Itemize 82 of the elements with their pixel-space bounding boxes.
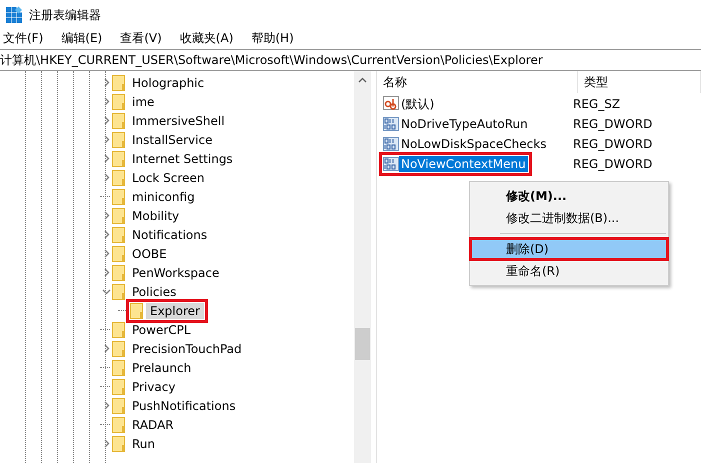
window-title: 注册表编辑器 — [29, 6, 101, 24]
context-menu-item[interactable]: 重命名(R) — [472, 260, 666, 282]
folder-icon — [112, 340, 126, 356]
chevron-right-icon[interactable] — [102, 401, 110, 410]
chevron-right-icon[interactable] — [102, 116, 110, 125]
registry-editor-icon — [5, 6, 23, 24]
value-type: REG_DWORD — [572, 157, 652, 171]
address-bar[interactable]: 计算机\HKEY_CURRENT_USER\Software\Microsoft\Windows\CurrentVersion\Policies\Explorer — [0, 49, 701, 71]
folder-icon — [112, 264, 126, 280]
binary-value-icon — [382, 116, 399, 132]
folder-icon — [112, 94, 126, 110]
scrollbar[interactable] — [354, 71, 372, 463]
binary-value-icon — [382, 136, 399, 152]
folder-icon — [112, 132, 126, 148]
column-header[interactable]: 名称 — [376, 71, 578, 93]
tree-item[interactable]: Explorer — [146, 302, 204, 318]
chevron-right-icon[interactable] — [102, 154, 110, 163]
value-name[interactable]: (默认) — [398, 94, 436, 114]
chevron-down-icon[interactable] — [102, 287, 110, 296]
menu-item[interactable]: 编辑(E) — [61, 30, 102, 47]
tree-item[interactable]: ime — [128, 94, 158, 110]
folder-icon — [112, 150, 126, 166]
scroll-up-icon[interactable] — [358, 76, 368, 85]
chevron-right-icon[interactable] — [102, 230, 110, 239]
menu-item[interactable]: 收藏夹(A) — [180, 30, 234, 47]
tree-item[interactable]: PowerCPL — [128, 322, 195, 338]
value-type: REG_DWORD — [572, 137, 652, 151]
folder-icon — [112, 170, 126, 186]
chevron-right-icon[interactable] — [102, 173, 110, 182]
scrollbar-thumb[interactable] — [355, 328, 370, 360]
tree-item[interactable]: Internet Settings — [128, 150, 237, 166]
tree-item[interactable]: RADAR — [128, 416, 178, 432]
chevron-right-icon[interactable] — [102, 97, 110, 106]
folder-icon — [112, 226, 126, 242]
menu-item[interactable]: 帮助(H) — [251, 30, 294, 47]
value-name[interactable]: NoLowDiskSpaceChecks — [398, 136, 548, 152]
tree-item[interactable]: Run — [128, 436, 160, 452]
tree-item[interactable]: Prelaunch — [128, 360, 196, 376]
folder-icon — [112, 284, 126, 300]
folder-icon — [112, 378, 126, 394]
tree-item[interactable]: PushNotifications — [128, 398, 240, 414]
folder-icon — [130, 302, 144, 318]
folder-icon — [112, 416, 126, 432]
folder-icon — [112, 208, 126, 224]
tree-item[interactable]: Holographic — [128, 74, 208, 90]
tree-item[interactable]: Lock Screen — [128, 170, 208, 186]
folder-icon — [112, 360, 126, 376]
chevron-right-icon[interactable] — [102, 135, 110, 144]
column-header[interactable]: 类型 — [578, 71, 701, 93]
tree-item[interactable]: Policies — [128, 284, 180, 300]
folder-icon — [112, 246, 126, 262]
tree-item[interactable]: InstallService — [128, 132, 216, 148]
chevron-right-icon[interactable] — [102, 268, 110, 277]
tree-item[interactable]: Notifications — [128, 226, 212, 242]
folder-icon — [112, 112, 126, 128]
binary-value-icon — [382, 156, 399, 172]
tree-item[interactable]: Privacy — [128, 378, 180, 394]
chevron-right-icon[interactable] — [102, 249, 110, 258]
tree-item[interactable]: PenWorkspace — [128, 264, 224, 280]
context-menu-item[interactable]: 修改(M)... — [472, 185, 666, 207]
value-name[interactable]: NoViewContextMenu — [398, 156, 528, 172]
chevron-right-icon[interactable] — [102, 344, 110, 353]
tree-item[interactable]: Mobility — [128, 208, 184, 224]
chevron-right-icon[interactable] — [102, 211, 110, 220]
menu-item[interactable]: 查看(V) — [120, 30, 162, 47]
chevron-right-icon[interactable] — [102, 78, 110, 87]
tree-item[interactable]: miniconfig — [128, 188, 199, 204]
tree-item[interactable]: ImmersiveShell — [128, 112, 229, 128]
value-type: REG_DWORD — [572, 117, 652, 131]
value-type: REG_SZ — [572, 97, 620, 111]
folder-icon — [112, 74, 126, 90]
tree-item[interactable]: OOBE — [128, 246, 171, 262]
context-menu-item[interactable]: 修改二进制数据(B)... — [472, 207, 666, 229]
value-name[interactable]: NoDriveTypeAutoRun — [398, 116, 530, 132]
chevron-right-icon[interactable] — [102, 439, 110, 448]
folder-icon — [112, 398, 126, 414]
tree-item[interactable]: PrecisionTouchPad — [128, 340, 246, 356]
menu-item[interactable]: 文件(F) — [3, 30, 44, 47]
folder-icon — [112, 436, 126, 452]
string-value-icon — [382, 94, 399, 110]
folder-icon — [112, 322, 126, 338]
folder-icon — [112, 188, 126, 204]
